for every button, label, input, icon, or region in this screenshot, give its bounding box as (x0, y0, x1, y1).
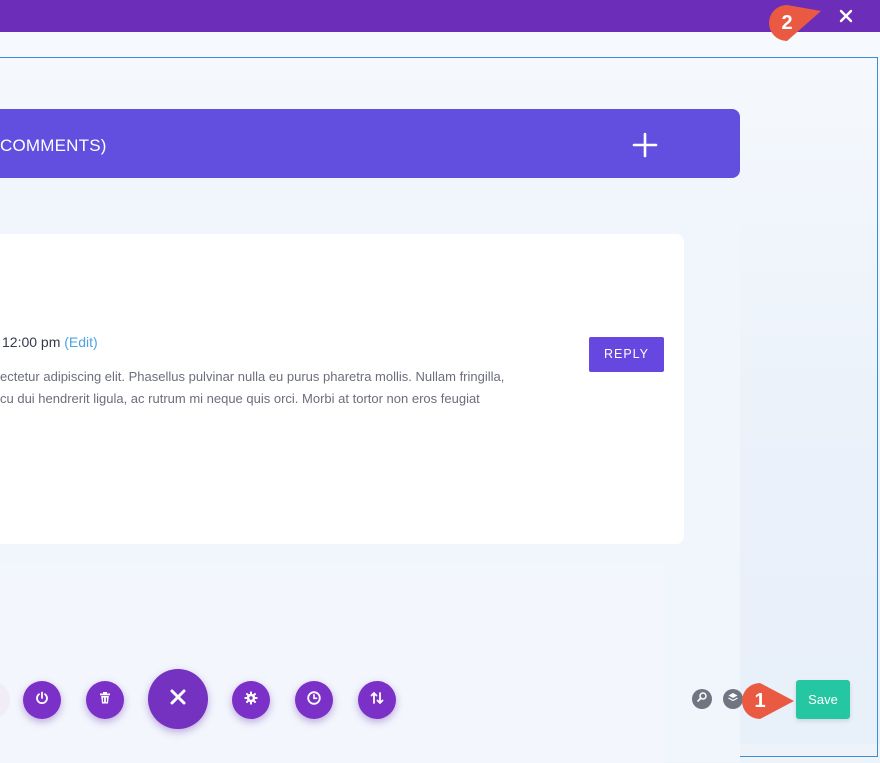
delete-button[interactable] (86, 681, 124, 719)
callout-marker-2: 2 (767, 3, 821, 43)
trash-icon (97, 690, 113, 711)
comment-form-area (0, 563, 664, 763)
plus-icon[interactable] (632, 132, 658, 158)
close-module-button[interactable] (148, 669, 208, 729)
portability-button[interactable] (358, 681, 396, 719)
power-button[interactable] (23, 681, 61, 719)
comments-toggle-title: COMMENTS) (0, 136, 107, 155)
save-button[interactable]: Save (796, 680, 850, 719)
edit-link[interactable]: (Edit) (64, 334, 97, 350)
zoom-button[interactable] (692, 689, 712, 709)
close-icon[interactable] (836, 6, 856, 26)
settings-button[interactable] (232, 681, 270, 719)
callout-number-2: 2 (781, 12, 793, 34)
top-bar (0, 0, 880, 32)
comments-toggle-header[interactable] (0, 109, 740, 178)
comment-time: 12:00 pm (2, 334, 61, 350)
clock-icon (306, 690, 322, 711)
layers-icon (727, 690, 739, 708)
gear-icon (243, 690, 259, 711)
callout-marker-1: 1 (740, 681, 794, 721)
sort-arrows-icon (369, 690, 385, 711)
power-icon (34, 690, 50, 711)
reply-button[interactable]: REPLY (589, 337, 664, 372)
comment-meta: 12:00 pm (Edit) (2, 334, 98, 350)
callout-number-1: 1 (754, 690, 766, 712)
search-icon (696, 690, 708, 708)
comment-text: ectetur adipiscing elit. Phasellus pulvi… (0, 369, 505, 406)
history-button[interactable] (295, 681, 333, 719)
close-icon (168, 687, 188, 712)
